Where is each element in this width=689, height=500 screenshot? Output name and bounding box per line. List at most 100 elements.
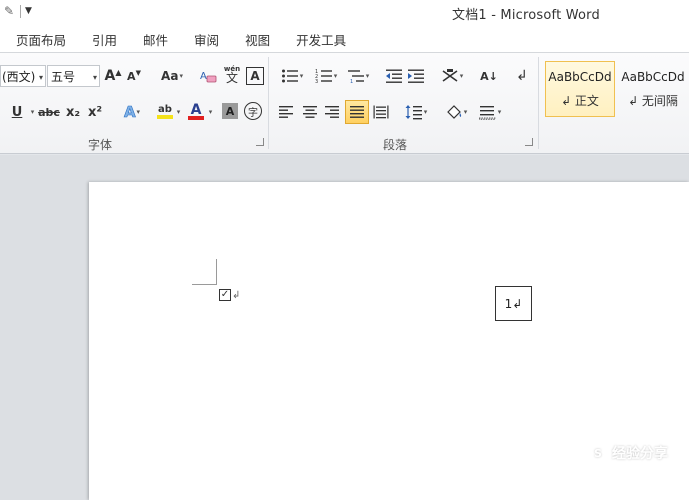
font-size-value: 五号 (51, 69, 76, 84)
align-left-icon (279, 106, 293, 118)
increase-indent-button[interactable] (406, 65, 426, 87)
superscript-icon: x² (87, 104, 103, 120)
text-box-content: 1↲ (504, 296, 523, 311)
bullets-button[interactable]: ▾ (278, 65, 306, 87)
checkbox-content-control[interactable]: ☑✓ ↲ (219, 289, 240, 301)
ribbon: (西文) ▾ 五号 ▾ A ▲ A ▼ Aa ▾ A wén 文 A U ▾ abc … (0, 52, 689, 154)
enclose-characters-icon: 字 (248, 107, 258, 119)
justify-icon (350, 106, 364, 118)
tab-developer[interactable]: 开发工具 (296, 30, 346, 49)
customize-arrow-icon[interactable]: ▼ (25, 6, 32, 16)
paragraph-dialog-launcher-icon[interactable] (525, 138, 533, 146)
borders-button[interactable]: ▾ (476, 101, 504, 123)
watermark-text: 经验分享 (612, 446, 668, 462)
style-sample-text: AaBbCcDd (548, 69, 612, 84)
multilevel-list-button[interactable]: 1 ▾ (344, 65, 372, 87)
phonetic-guide-button[interactable]: wén 文 (222, 63, 242, 85)
chevron-down-icon: ▾ (38, 73, 43, 82)
svg-text:1: 1 (350, 79, 353, 84)
character-border-icon: A (250, 69, 260, 83)
qa-separator (20, 4, 21, 18)
change-case-button[interactable]: Aa ▾ (158, 65, 186, 87)
grow-font-button[interactable]: A ▲ (104, 65, 122, 87)
subscript-icon: x₂ (65, 104, 81, 120)
clear-format-icon: A (200, 71, 217, 83)
style-name-label: ↲ 正文 (561, 93, 599, 108)
underline-dropdown-icon[interactable]: ▾ (28, 101, 36, 123)
align-right-icon (325, 106, 339, 118)
enclose-characters-button[interactable]: 字 (244, 102, 262, 120)
strikethrough-button[interactable]: abc (38, 101, 60, 123)
increase-indent-icon (408, 69, 424, 83)
tab-view[interactable]: 视图 (245, 30, 270, 49)
paragraph-mark: ↲ (232, 289, 241, 301)
subscript-button[interactable]: x₂ (64, 101, 82, 123)
svg-text:3: 3 (315, 79, 318, 84)
phonetic-guide-char: 文 (225, 71, 238, 85)
brush-icon[interactable]: ✎ (2, 3, 16, 19)
watermark-logo: S 经验分享 (588, 442, 689, 464)
show-marks-icon: ↲ (516, 68, 528, 84)
line-spacing-button[interactable]: ▾ (402, 101, 430, 123)
clear-format-button[interactable]: A (198, 65, 218, 87)
checkbox-icon[interactable]: ☑✓ (219, 289, 231, 301)
distributed-icon (373, 105, 389, 119)
style-sample-text: AaBbCcDd (621, 69, 685, 84)
sort-button[interactable]: A↓ (478, 65, 500, 87)
font-color-bar (188, 116, 204, 120)
justify-button[interactable] (345, 100, 369, 124)
underline-icon: U (11, 104, 23, 120)
tab-references[interactable]: 引用 (92, 30, 117, 49)
shrink-font-button[interactable]: A ▼ (126, 65, 142, 87)
tab-mailings[interactable]: 邮件 (143, 30, 168, 49)
borders-icon (478, 106, 496, 120)
svg-text:A: A (200, 71, 207, 82)
watermark-icon: S (588, 443, 608, 463)
font-name-select[interactable]: (西文) ▾ (0, 65, 46, 87)
distributed-button[interactable] (371, 101, 391, 123)
highlight-icon: ab (158, 104, 172, 115)
shading-button[interactable]: ▾ (442, 101, 470, 123)
show-marks-button[interactable]: ↲ (512, 65, 532, 87)
text-box[interactable]: 1↲ (495, 286, 532, 321)
style-normal[interactable]: AaBbCcDd ↲ 正文 (545, 61, 615, 117)
tab-review[interactable]: 审阅 (194, 30, 219, 49)
chevron-down-icon: ▾ (92, 73, 97, 82)
align-center-button[interactable] (300, 101, 320, 123)
decrease-indent-icon (386, 69, 402, 83)
shrink-font-icon: A (127, 69, 136, 83)
title-bar: ✎ ▼ 文档1 - Microsoft Word (0, 0, 689, 26)
underline-button[interactable]: U (6, 101, 28, 123)
decrease-indent-button[interactable] (384, 65, 404, 87)
text-effects-icon: A (123, 103, 136, 122)
chinese-layout-icon (442, 69, 458, 82)
tab-page-layout[interactable]: 页面布局 (16, 30, 66, 49)
highlight-dropdown-icon[interactable]: ▾ (174, 101, 182, 123)
font-dialog-launcher-icon[interactable] (256, 138, 264, 146)
font-group-label: 字体 (88, 138, 113, 152)
chinese-layout-button[interactable]: ▾ (438, 65, 466, 87)
group-separator (538, 57, 539, 149)
superscript-button[interactable]: x² (86, 101, 104, 123)
document-area: ☑✓ ↲ 1↲ (0, 155, 689, 500)
style-name-label: ↲ 无间隔 (628, 93, 678, 108)
grow-font-icon: A (104, 68, 116, 84)
font-size-select[interactable]: 五号 ▾ (47, 65, 100, 87)
align-left-button[interactable] (276, 101, 296, 123)
window-title: 文档1 - Microsoft Word (452, 8, 600, 23)
font-color-button[interactable]: A (186, 101, 206, 123)
character-shading-button[interactable]: A (222, 103, 238, 119)
multilevel-list-icon: 1 (347, 70, 364, 84)
numbering-button[interactable]: 1 2 3 ▾ (312, 65, 340, 87)
margin-corner-mark (216, 259, 217, 285)
paint-bucket-icon (446, 105, 461, 119)
character-border-button[interactable]: A (246, 67, 264, 85)
align-right-button[interactable] (322, 101, 342, 123)
character-shading-icon: A (225, 104, 235, 118)
text-effects-button[interactable]: A ▾ (118, 101, 146, 123)
style-no-spacing[interactable]: AaBbCcDd ↲ 无间隔 (618, 61, 688, 117)
change-case-icon: Aa (161, 69, 179, 83)
line-spacing-icon (405, 105, 422, 120)
quick-access-toolbar: ✎ ▼ (2, 3, 32, 19)
font-color-dropdown-icon[interactable]: ▾ (206, 101, 214, 123)
